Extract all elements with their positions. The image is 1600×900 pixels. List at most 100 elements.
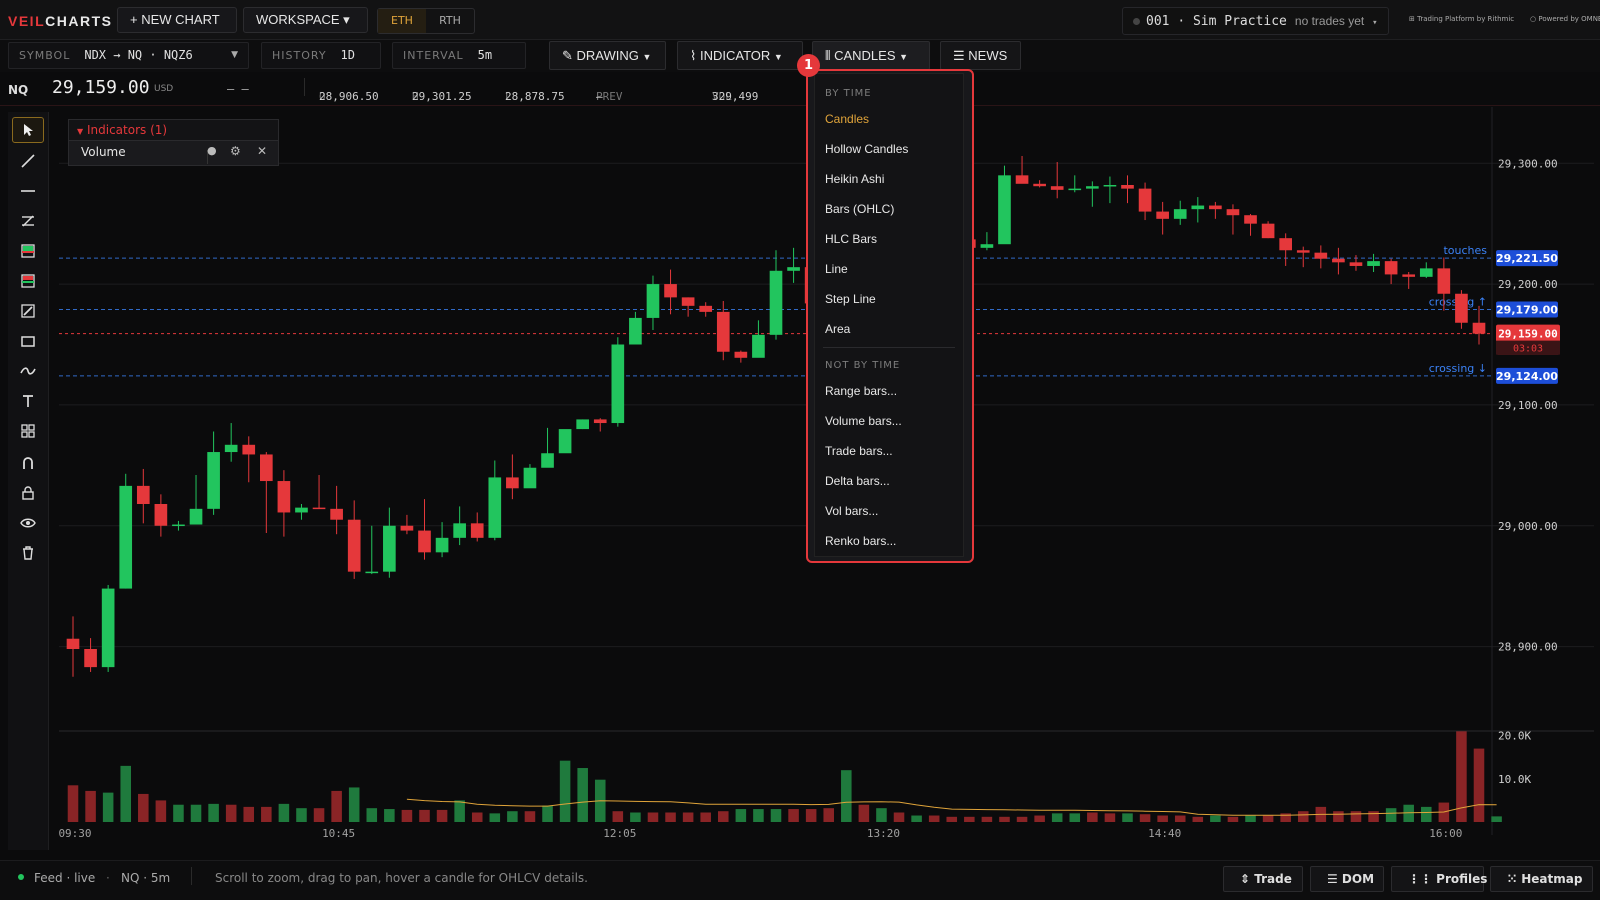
chart-type-option[interactable]: Bars (OHLC)	[825, 202, 894, 216]
session-rth[interactable]: RTH	[426, 9, 474, 33]
bar-type-option[interactable]: Trade bars...	[825, 444, 893, 458]
volume-bar	[1491, 816, 1502, 822]
drawing-button[interactable]: ✎ DRAWING ▼	[549, 41, 666, 70]
trade-button[interactable]: ⇕ Trade	[1223, 866, 1303, 892]
rectangle-tool[interactable]	[12, 328, 44, 354]
volume-bar	[1051, 813, 1063, 822]
indicator-settings-icon[interactable]: ⚙	[230, 140, 241, 163]
trendline-tool[interactable]	[12, 148, 44, 174]
short-position-icon	[21, 274, 35, 288]
text-tool[interactable]	[12, 388, 44, 414]
annotation-marker: 1	[797, 54, 820, 77]
volume-bar	[1210, 815, 1221, 822]
candle-body	[576, 419, 590, 430]
candle-body	[664, 284, 677, 298]
heatmap-button[interactable]: ⁙ Heatmap	[1490, 866, 1593, 892]
candle-body	[558, 429, 572, 454]
lock-tool[interactable]	[12, 480, 44, 506]
volume-bar	[366, 808, 378, 822]
quote-bar: NQ 29,159.00 USD – – O 28,906.50 H 29,30…	[0, 74, 1600, 106]
candle-body	[295, 507, 308, 513]
volume-tick-label: 20.0K	[1498, 730, 1531, 743]
long-position-tool[interactable]	[12, 238, 44, 264]
volume-bar	[489, 813, 501, 822]
history-selector[interactable]: HISTORY 1D	[261, 42, 381, 69]
measure-tool[interactable]	[12, 298, 44, 324]
session-eth[interactable]: ETH	[378, 9, 426, 33]
visibility-tool[interactable]	[12, 510, 44, 536]
cursor-icon	[24, 124, 33, 136]
candle-body	[699, 305, 713, 312]
account-selector[interactable]: 001 · Sim Practice no trades yet ▾	[1122, 7, 1389, 35]
price-tick-label: 28,900.00	[1498, 641, 1558, 654]
candles-button[interactable]: ⫴ CANDLES ▼	[812, 41, 930, 70]
interval-selector[interactable]: INTERVAL 5m	[392, 42, 526, 69]
chart-type-option[interactable]: Candles	[825, 112, 869, 126]
volume-bar	[1157, 815, 1168, 822]
indicators-panel: ▼ Indicators (1) Volume ● ⚙ ✕	[68, 119, 279, 168]
lock-icon	[22, 486, 34, 500]
candle-body	[277, 481, 291, 513]
candle-body	[383, 525, 396, 572]
parallel-channel-tool[interactable]	[12, 208, 44, 234]
chart-type-option[interactable]: HLC Bars	[825, 232, 877, 246]
news-button[interactable]: ☰ NEWS	[940, 41, 1021, 70]
bar-type-option[interactable]: Vol bars...	[825, 504, 878, 518]
volume-bar	[647, 812, 659, 822]
short-position-tool[interactable]	[12, 268, 44, 294]
volume-bar	[419, 809, 430, 822]
volume-bar	[542, 805, 553, 822]
profiles-button[interactable]: ⋮⋮ Profiles	[1391, 866, 1487, 892]
bar-type-option[interactable]: Delta bars...	[825, 474, 890, 488]
chart-type-dropdown: BY TIME Candles Hollow Candles Heikin Ashi…	[806, 69, 974, 563]
candle-body	[259, 454, 273, 482]
magnet-tool[interactable]	[12, 450, 44, 476]
time-tick-label: 14:40	[1148, 827, 1181, 838]
candle-body	[347, 519, 361, 572]
dom-button[interactable]: ☰ DOM	[1310, 866, 1384, 892]
grid-icon	[21, 424, 35, 438]
volume-bar	[331, 790, 342, 822]
brush-tool[interactable]	[12, 358, 44, 384]
long-position-icon	[21, 244, 35, 258]
chart-type-option[interactable]: Hollow Candles	[825, 142, 908, 156]
candle-body	[1367, 261, 1380, 266]
bar-type-option[interactable]: Volume bars...	[825, 414, 902, 428]
feed-status-dot	[18, 874, 24, 880]
volume-bar	[1385, 808, 1397, 822]
candle-body	[1437, 268, 1451, 294]
symbol-selector[interactable]: SYMBOL NDX → NQ · NQZ6 ▼	[8, 42, 249, 69]
status-hint: Scroll to zoom, drag to pan, hover a can…	[215, 871, 588, 885]
chart-type-option[interactable]: Area	[825, 322, 850, 336]
cursor-tool[interactable]	[12, 117, 44, 143]
status-separator: ·	[106, 871, 110, 885]
volume-bar	[278, 803, 290, 822]
indicator-name: Volume	[81, 145, 126, 159]
feed-status: Feed · live	[34, 871, 96, 885]
candle-body	[646, 284, 660, 318]
candle-body	[400, 525, 414, 531]
volume-bar	[805, 809, 817, 822]
delete-tool[interactable]	[12, 540, 44, 566]
chart-type-option[interactable]: Step Line	[825, 292, 876, 306]
candle-body	[734, 351, 748, 358]
horizontal-line-tool[interactable]	[12, 178, 44, 204]
alert-price-label: 29,124.00	[1496, 370, 1558, 383]
bar-type-option[interactable]: Renko bars...	[825, 534, 896, 548]
indicator-visibility-icon[interactable]: ●	[207, 139, 217, 162]
chart-type-option[interactable]: Line	[825, 262, 848, 276]
indicator-row-volume[interactable]: Volume ● ⚙ ✕	[68, 141, 279, 166]
chart-type-option[interactable]: Heikin Ashi	[825, 172, 884, 186]
workspace-button[interactable]: WORKSPACE ▾	[243, 7, 368, 33]
volume-bar	[102, 792, 114, 822]
indicator-close-icon[interactable]: ✕	[257, 140, 267, 163]
candle-body	[66, 638, 80, 649]
indicator-button[interactable]: ⌇ INDICATOR ▼	[677, 41, 803, 70]
templates-tool[interactable]	[12, 418, 44, 444]
new-chart-button[interactable]: + NEW CHART	[117, 7, 237, 33]
volume-bar	[524, 811, 536, 822]
bar-type-option[interactable]: Range bars...	[825, 384, 897, 398]
volume-bar	[1350, 811, 1362, 822]
indicators-header[interactable]: ▼ Indicators (1)	[68, 119, 279, 141]
candle-body	[418, 530, 431, 553]
